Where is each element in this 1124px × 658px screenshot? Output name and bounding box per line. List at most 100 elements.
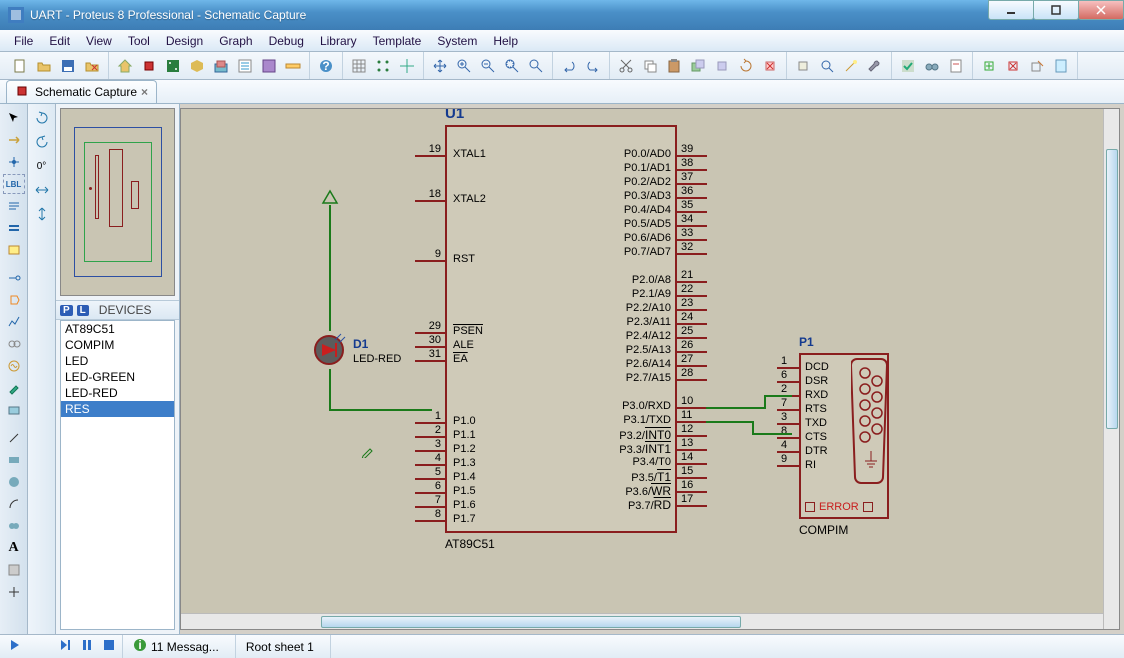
home-button[interactable] — [114, 55, 136, 77]
code-button[interactable] — [258, 55, 280, 77]
menu-design[interactable]: Design — [158, 31, 211, 51]
component-mode-button[interactable] — [3, 130, 25, 150]
copy-button[interactable] — [639, 55, 661, 77]
menu-graph[interactable]: Graph — [211, 31, 260, 51]
zoom-out-button[interactable] — [477, 55, 499, 77]
assign-button[interactable] — [840, 55, 862, 77]
device-item[interactable]: AT89C51 — [61, 321, 174, 337]
sim-step-button[interactable] — [58, 638, 72, 655]
menu-library[interactable]: Library — [312, 31, 365, 51]
menu-template[interactable]: Template — [365, 31, 430, 51]
text-mode-button[interactable] — [3, 196, 25, 216]
select-mode-button[interactable] — [3, 108, 25, 128]
generator-button[interactable] — [3, 356, 25, 376]
zoom-sel-button[interactable] — [816, 55, 838, 77]
drc-button[interactable] — [282, 55, 304, 77]
tab-close-button[interactable]: × — [141, 85, 148, 99]
find-button[interactable] — [921, 55, 943, 77]
path-button[interactable] — [3, 516, 25, 536]
pcb-button[interactable] — [162, 55, 184, 77]
new-file-button[interactable] — [9, 55, 31, 77]
block-copy-button[interactable] — [687, 55, 709, 77]
device-item[interactable]: LED — [61, 353, 174, 369]
junction-mode-button[interactable] — [3, 152, 25, 172]
flip-h-button[interactable] — [31, 180, 53, 200]
label-mode-button[interactable]: LBL — [3, 174, 25, 194]
minimize-button[interactable] — [988, 0, 1034, 20]
schematic-canvas[interactable]: U1 AT89C51 19XTAL118XTAL29RST29PSEN30ALE… — [180, 108, 1120, 630]
probe-button[interactable] — [3, 378, 25, 398]
cut-button[interactable] — [615, 55, 637, 77]
redo-button[interactable] — [582, 55, 604, 77]
zoom-in-button[interactable] — [453, 55, 475, 77]
sim-pause-button[interactable] — [80, 638, 94, 655]
rotate-cw-button[interactable] — [31, 108, 53, 128]
report-button[interactable] — [1050, 55, 1072, 77]
block-rotate-button[interactable] — [735, 55, 757, 77]
save-button[interactable] — [57, 55, 79, 77]
symbol-button[interactable] — [3, 560, 25, 580]
open-button[interactable] — [33, 55, 55, 77]
terminal-button[interactable] — [3, 268, 25, 288]
del-part-button[interactable] — [1002, 55, 1024, 77]
pin-button[interactable] — [3, 290, 25, 310]
l-badge[interactable]: L — [77, 305, 89, 316]
menu-system[interactable]: System — [429, 31, 485, 51]
menu-edit[interactable]: Edit — [41, 31, 78, 51]
line-button[interactable] — [3, 428, 25, 448]
zoom-area-button[interactable] — [525, 55, 547, 77]
rect-button[interactable] — [3, 450, 25, 470]
wrench-button[interactable] — [864, 55, 886, 77]
undo-button[interactable] — [558, 55, 580, 77]
add-part-button[interactable] — [978, 55, 1000, 77]
tab-schematic[interactable]: Schematic Capture × — [6, 80, 157, 103]
maximize-button[interactable] — [1033, 0, 1079, 20]
block-delete-button[interactable] — [759, 55, 781, 77]
drc-run-button[interactable] — [897, 55, 919, 77]
rotate-ccw-button[interactable] — [31, 132, 53, 152]
graph-button[interactable] — [3, 312, 25, 332]
close-project-button[interactable] — [81, 55, 103, 77]
device-item[interactable]: RES — [61, 401, 174, 417]
p-badge[interactable]: P — [60, 305, 73, 316]
flip-v-button[interactable] — [31, 204, 53, 224]
menu-help[interactable]: Help — [485, 31, 526, 51]
menu-debug[interactable]: Debug — [261, 31, 312, 51]
menu-view[interactable]: View — [78, 31, 120, 51]
arc-button[interactable] — [3, 494, 25, 514]
device-item[interactable]: COMPIM — [61, 337, 174, 353]
gerber-button[interactable] — [210, 55, 232, 77]
paste-button[interactable] — [663, 55, 685, 77]
schematic-button[interactable] — [138, 55, 160, 77]
bus-mode-button[interactable] — [3, 218, 25, 238]
instrument-button[interactable] — [3, 400, 25, 420]
close-button[interactable] — [1078, 0, 1124, 20]
marker-button[interactable] — [3, 582, 25, 602]
subcircuit-button[interactable] — [3, 240, 25, 260]
messages-count[interactable]: 11 Messag... — [151, 640, 219, 654]
grid-button[interactable] — [348, 55, 370, 77]
tape-button[interactable] — [3, 334, 25, 354]
device-item[interactable]: LED-GREEN — [61, 369, 174, 385]
zoom-all-button[interactable] — [501, 55, 523, 77]
sheet-name[interactable]: Root sheet 1 — [235, 635, 324, 658]
bom-button[interactable] — [234, 55, 256, 77]
text-graphic-button[interactable]: A — [3, 538, 25, 558]
origin-button[interactable] — [396, 55, 418, 77]
block-move-button[interactable] — [711, 55, 733, 77]
pick-button[interactable] — [792, 55, 814, 77]
menu-tool[interactable]: Tool — [120, 31, 158, 51]
3d-button[interactable] — [186, 55, 208, 77]
horizontal-scrollbar[interactable] — [181, 613, 1103, 629]
edit-part-button[interactable] — [1026, 55, 1048, 77]
overview-map[interactable] — [60, 108, 175, 296]
d1-component[interactable] — [312, 333, 346, 367]
property-button[interactable] — [945, 55, 967, 77]
help-button[interactable]: ? — [315, 55, 337, 77]
menu-file[interactable]: File — [6, 31, 41, 51]
sim-play-button[interactable] — [8, 638, 22, 655]
device-item[interactable]: LED-RED — [61, 385, 174, 401]
pan-button[interactable] — [429, 55, 451, 77]
sim-stop-button[interactable] — [102, 638, 116, 655]
vertical-scrollbar[interactable] — [1103, 109, 1119, 629]
